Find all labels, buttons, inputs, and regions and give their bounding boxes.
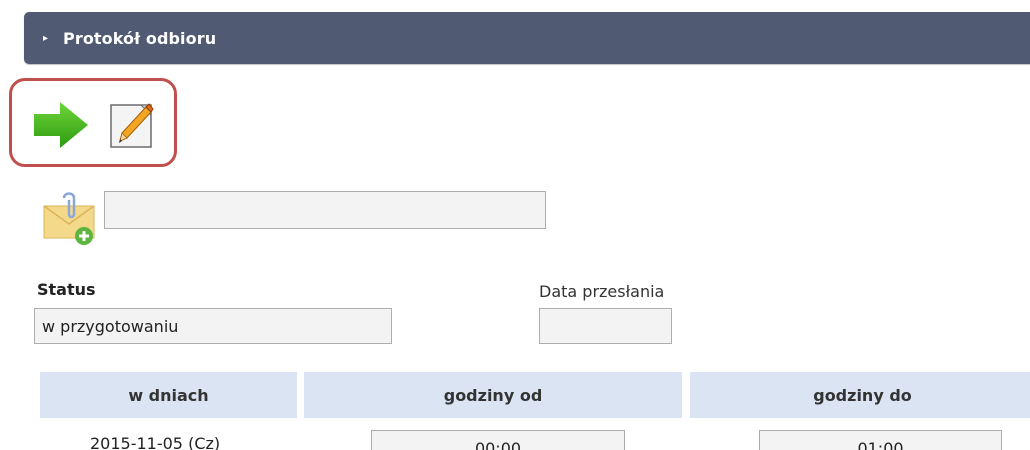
column-header-days: w dniach: [40, 372, 297, 418]
next-step-button[interactable]: [32, 100, 90, 154]
column-header-hours-to: godziny do: [690, 372, 1030, 418]
edit-button[interactable]: [108, 101, 156, 153]
status-field[interactable]: w przygotowaniu: [34, 308, 392, 344]
hours-from-field[interactable]: 00:00: [371, 430, 625, 450]
envelope-paperclip-add-icon: [43, 192, 95, 245]
green-arrow-right-icon: [34, 102, 88, 148]
section-header[interactable]: ▸ Protokół odbioru: [24, 12, 1030, 64]
attachment-field[interactable]: [104, 191, 546, 229]
send-date-label: Data przesłania: [539, 282, 665, 301]
triangle-right-icon: ▸: [43, 32, 49, 44]
add-attachment-button[interactable]: [40, 190, 102, 252]
column-header-hours-from: godziny od: [304, 372, 682, 418]
pencil-document-icon: [110, 103, 154, 148]
section-title: Protokół odbioru: [63, 28, 217, 48]
hours-to-field[interactable]: 01:00: [759, 430, 1002, 450]
status-label: Status: [37, 280, 96, 299]
send-date-field[interactable]: [539, 308, 672, 344]
row-date: 2015-11-05 (Cz): [90, 434, 221, 450]
page: ▸ Protokół odbioru Status w przygotowani…: [0, 0, 1030, 450]
